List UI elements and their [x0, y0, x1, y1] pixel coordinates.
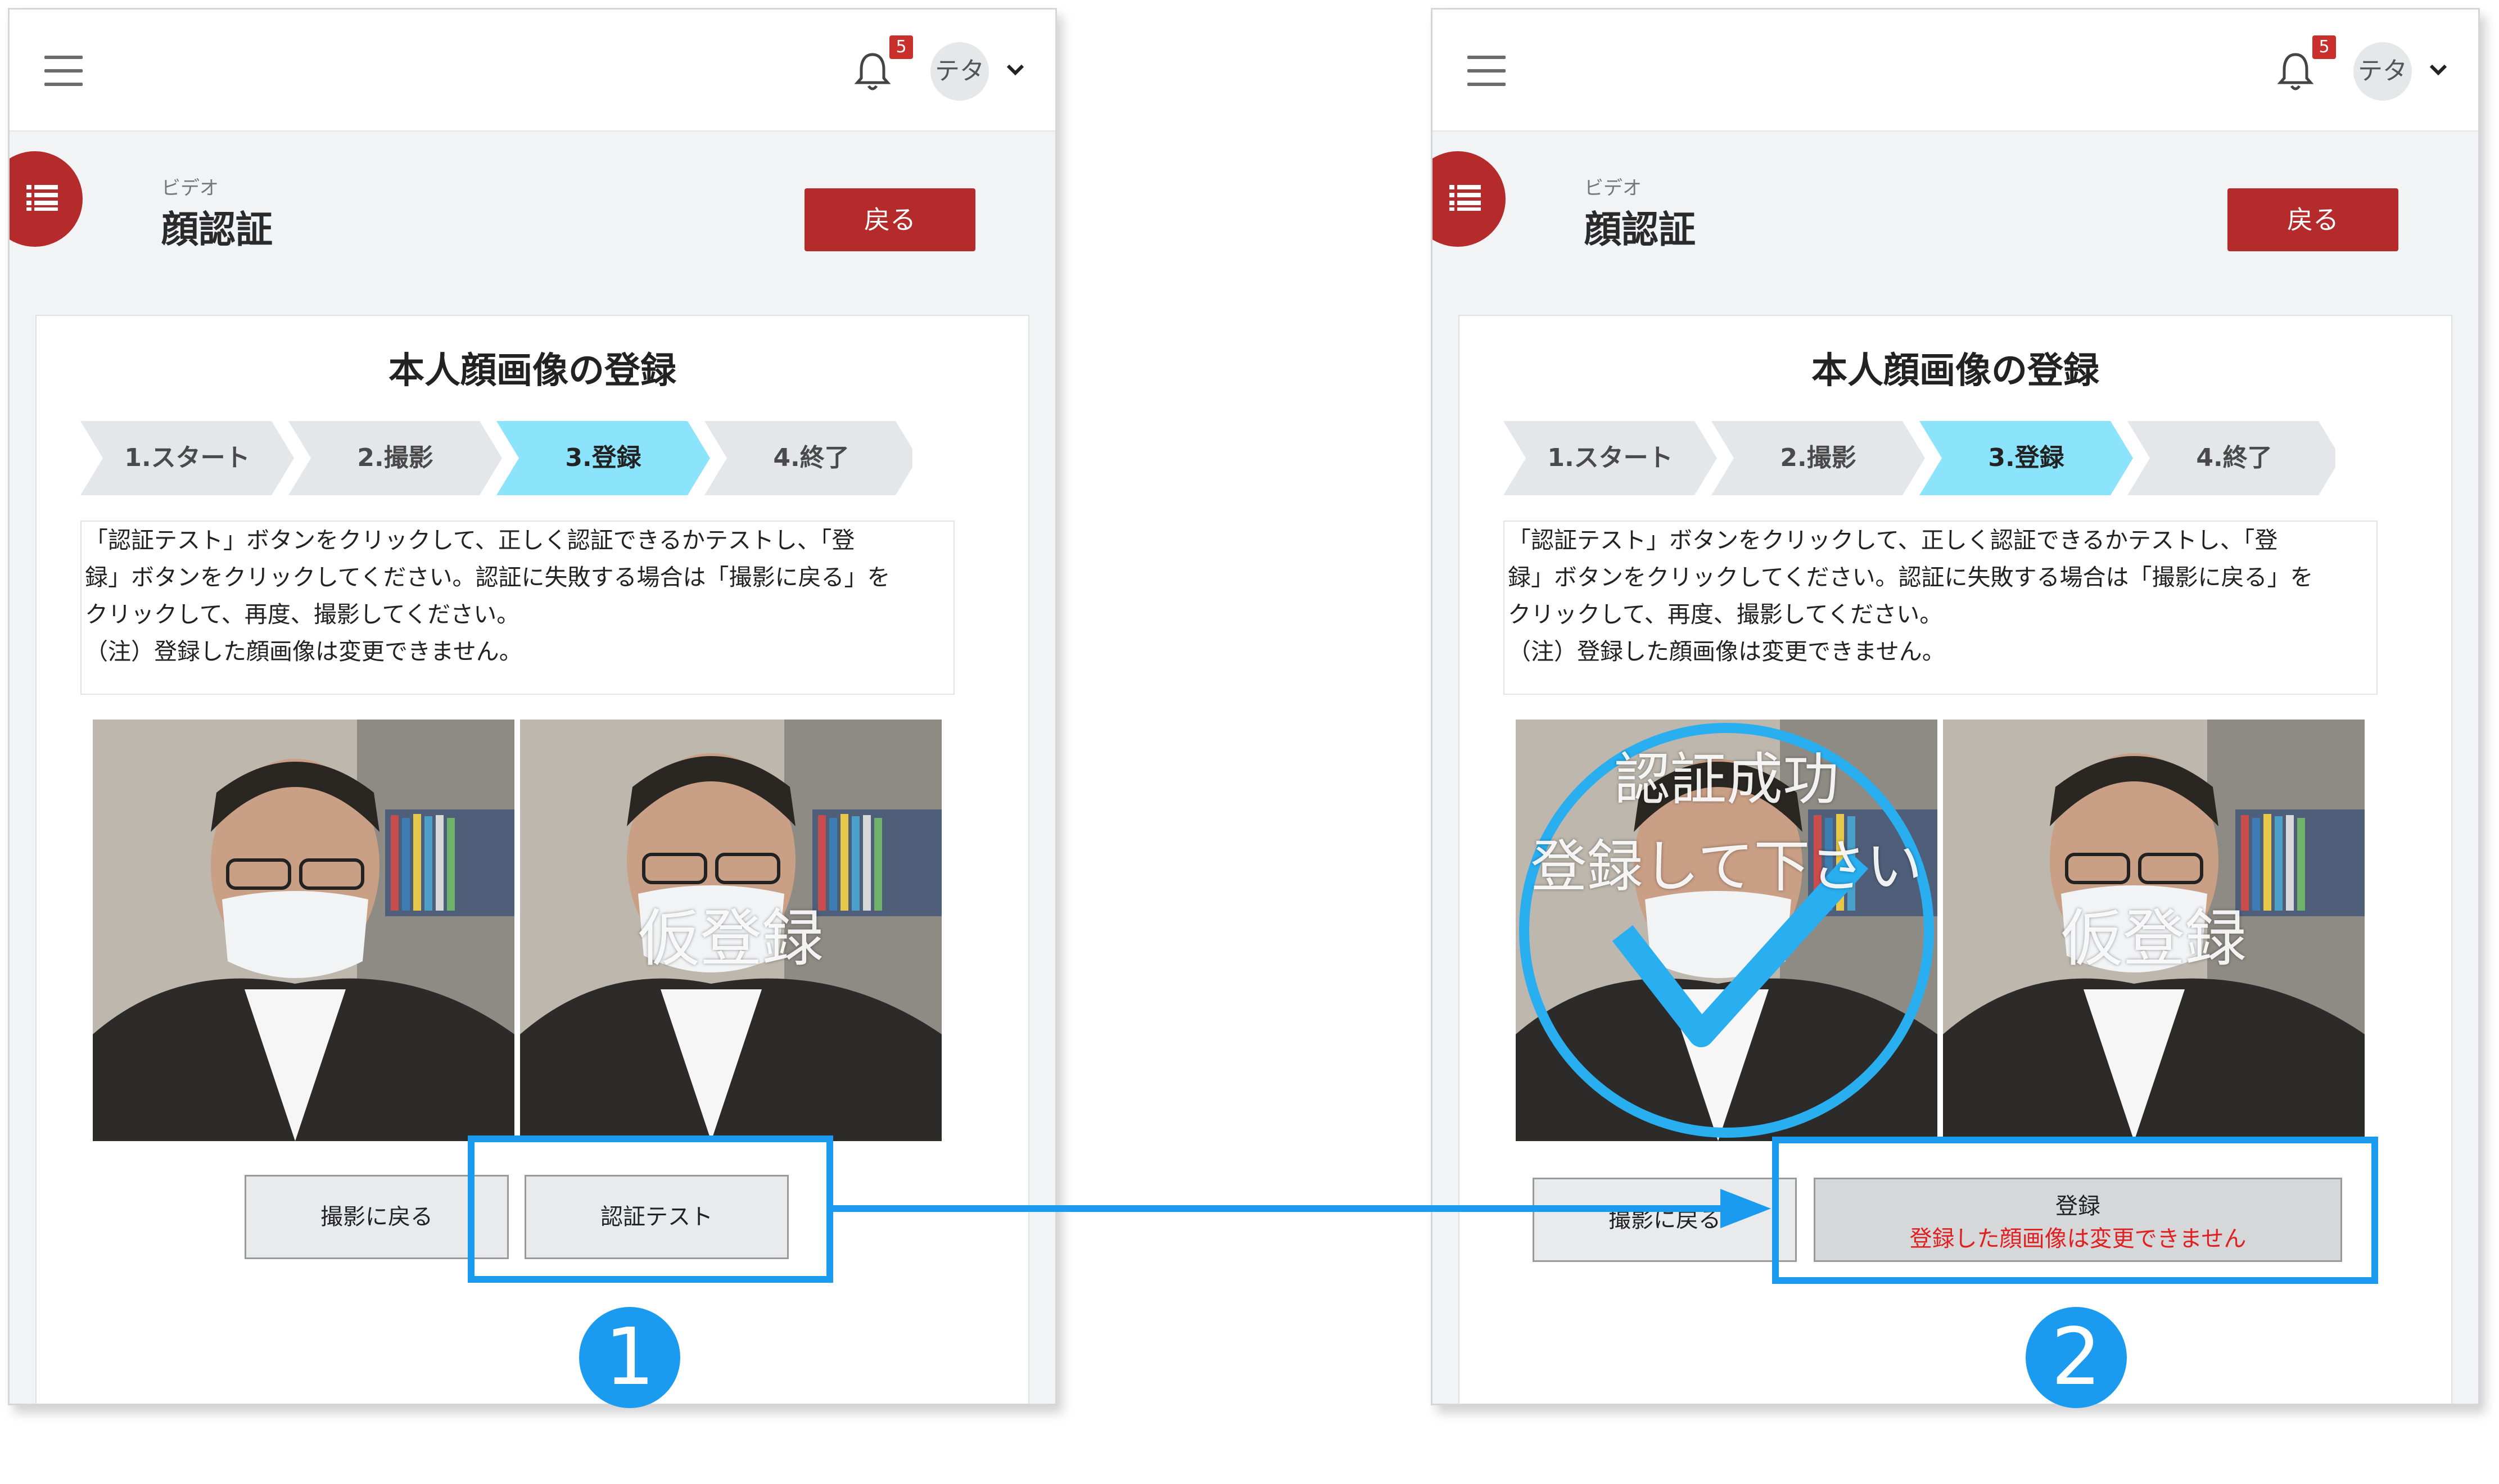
step-number-1: 1 — [579, 1307, 680, 1408]
list-icon — [1449, 185, 1481, 211]
face-photo-masked: 仮登録 — [1943, 720, 2365, 1141]
step-capture: 2.撮影 — [1780, 444, 1856, 472]
highlight-box-auth-test — [468, 1135, 833, 1283]
top-bar: 5 テタ — [10, 10, 1055, 132]
page-title: 顔認証 — [161, 208, 273, 251]
list-menu-button[interactable] — [1432, 151, 1506, 247]
instruction-line: （注）登録した顔画像は変更できません。 — [85, 638, 522, 665]
instruction-line: クリックして、再度、撮影してください。 — [85, 601, 520, 628]
instruction-line: （注）登録した顔画像は変更できません。 — [1508, 638, 1945, 665]
user-avatar[interactable]: テタ — [930, 42, 989, 101]
auth-success-text: 認証成功 — [1614, 746, 1839, 812]
page-title: 顔認証 — [1584, 208, 1696, 251]
step-register: 3.登録 — [1988, 444, 2064, 472]
step-finish: 4.終了 — [773, 444, 849, 472]
instructions-box: 「認証テスト」ボタンをクリックして、正しく認証できるかテストし、「登 録」ボタン… — [1503, 521, 2378, 695]
back-button[interactable]: 戻る — [805, 188, 975, 251]
instruction-line: 「認証テスト」ボタンをクリックして、正しく認証できるかテストし、「登 — [1508, 527, 2278, 554]
card-title: 本人顔画像の登録 — [1811, 350, 2099, 392]
instructions-box: 「認証テスト」ボタンをクリックして、正しく認証できるかテストし、「登 録」ボタン… — [80, 521, 955, 695]
page-subtitle: ビデオ — [161, 177, 219, 200]
step-progress: 1.スタート 2.撮影 3.登録 4.終了 — [80, 421, 918, 495]
instruction-line: 録」ボタンをクリックしてください。認証に失敗する場合は「撮影に戻る」を — [1508, 564, 2313, 591]
provisional-overlay-text: 仮登録 — [638, 903, 824, 975]
list-icon — [26, 185, 58, 211]
bell-icon[interactable] — [2276, 49, 2315, 94]
flow-arrow — [826, 1189, 1771, 1228]
hamburger-menu-icon[interactable] — [1467, 56, 1506, 86]
bell-icon[interactable] — [853, 49, 892, 94]
please-register-text: 登録して下さい — [1530, 834, 1923, 899]
list-menu-button[interactable] — [10, 151, 83, 247]
step-capture: 2.撮影 — [357, 444, 433, 472]
step-number-2: 2 — [2026, 1307, 2127, 1408]
instruction-line: 「認証テスト」ボタンをクリックして、正しく認証できるかテストし、「登 — [85, 527, 855, 554]
step-progress: 1.スタート 2.撮影 3.登録 4.終了 — [1503, 421, 2341, 495]
face-photo-masked: 仮登録 — [520, 720, 942, 1141]
notification-badge: 5 — [889, 35, 913, 59]
page-subtitle: ビデオ — [1584, 177, 1642, 200]
step-register: 3.登録 — [565, 444, 641, 472]
face-photo-masked-verified: 認証成功 登録して下さい — [1516, 720, 1937, 1141]
notification-badge: 5 — [2312, 35, 2336, 59]
back-button[interactable]: 戻る — [2227, 188, 2398, 251]
instruction-line: クリックして、再度、撮影してください。 — [1508, 601, 1943, 628]
chevron-down-icon[interactable] — [2429, 63, 2448, 76]
chevron-down-icon[interactable] — [1006, 63, 1025, 76]
step-start: 1.スタート — [124, 444, 250, 472]
hamburger-menu-icon[interactable] — [44, 56, 83, 86]
face-photo-unmasked — [93, 720, 514, 1141]
instruction-line: 録」ボタンをクリックしてください。認証に失敗する場合は「撮影に戻る」を — [85, 564, 891, 591]
step-start: 1.スタート — [1547, 444, 1673, 472]
step-finish: 4.終了 — [2196, 444, 2272, 472]
user-avatar[interactable]: テタ — [2353, 42, 2412, 101]
card-title: 本人顔画像の登録 — [388, 350, 676, 392]
highlight-box-register — [1772, 1137, 2378, 1284]
face-photo-graphic — [93, 720, 514, 1141]
provisional-overlay-text: 仮登録 — [2061, 903, 2247, 975]
top-bar: 5 テタ — [1432, 10, 2478, 132]
